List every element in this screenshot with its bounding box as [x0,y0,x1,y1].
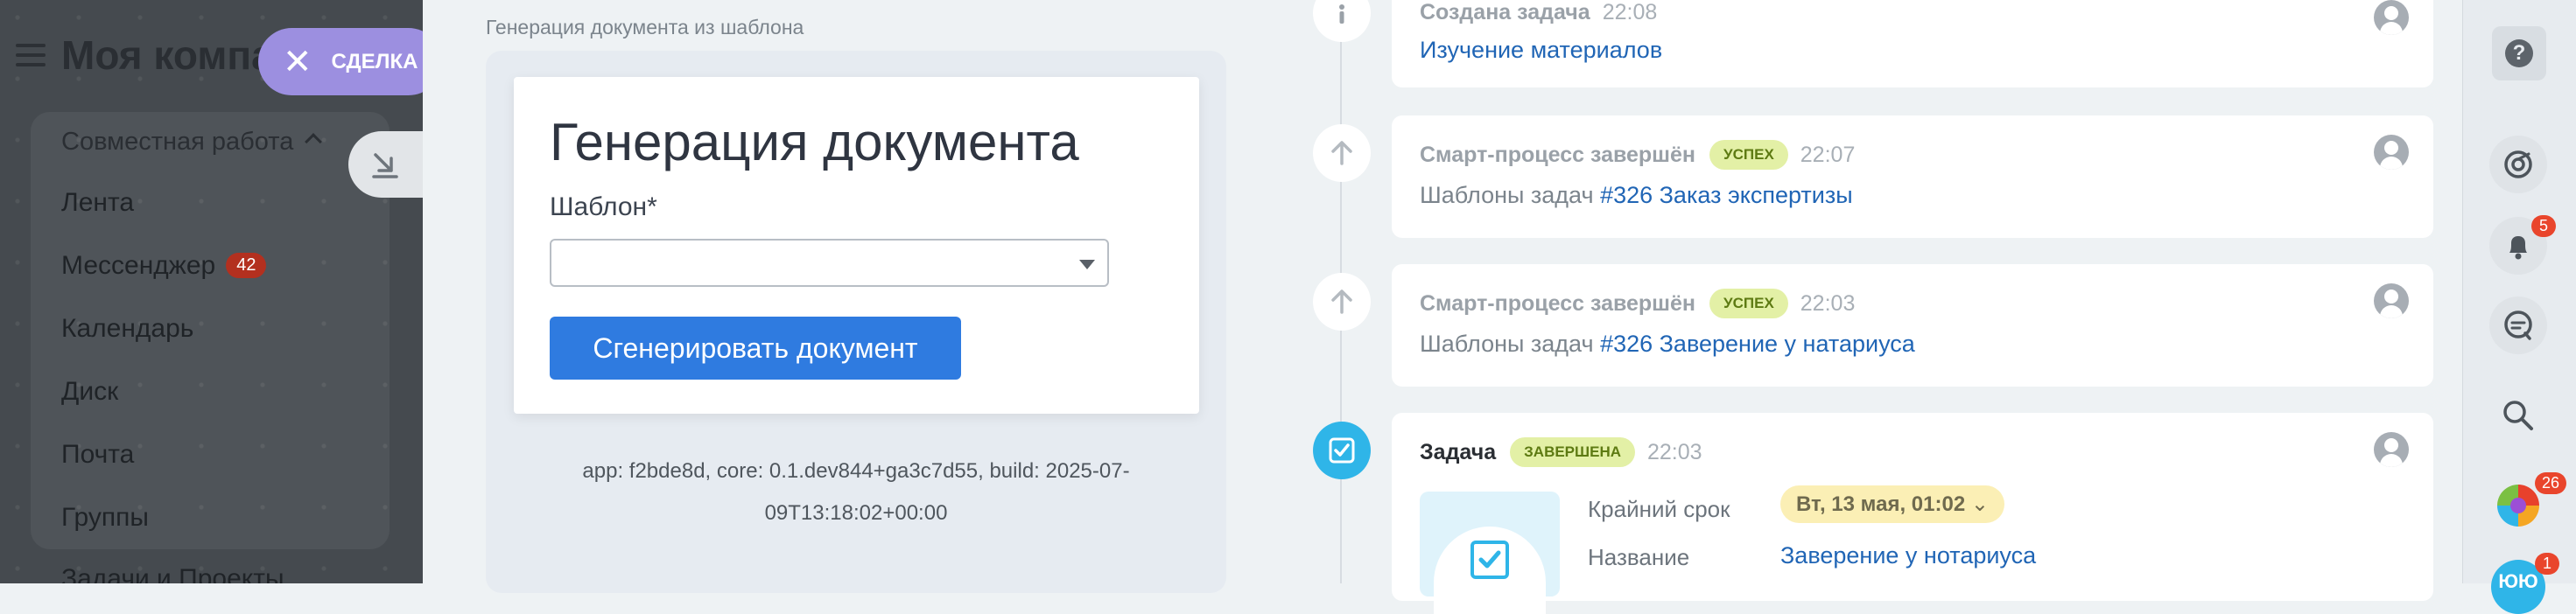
sidebar-item-feed[interactable]: Лента [61,188,134,218]
activity-icon [2504,150,2532,178]
sidebar-item-groups[interactable]: Группы [61,503,149,533]
sidebar-item-mail[interactable]: Почта [61,440,134,470]
right-rail: ? 5 26 ЮЮ 1 [2462,0,2576,614]
messenger-counter-badge: 42 [226,253,267,278]
timeline-item-time: 22:08 [1602,0,1658,24]
sidebar-item-label: Почта [61,440,135,469]
sidebar-group-collab[interactable]: Совместная работа [61,128,323,157]
task-checkbox-icon [1470,541,1509,579]
timeline-item-header: Смарт-процесс завершён УСПЕХ 22:07 [1420,140,1855,170]
search-icon [2503,401,2533,430]
process-link[interactable]: #326 Заверение у натариуса [1600,331,1915,357]
timeline-item-body: Шаблоны задач #326 Заверение у натариуса [1420,331,1915,358]
timeline-item-prefix: Шаблоны задач [1420,331,1594,357]
menu-icon[interactable] [16,44,46,66]
search-button[interactable] [2489,387,2547,444]
timeline-item-title: Смарт-процесс завершён [1420,143,1696,167]
deadline-field[interactable]: Вт, 13 мая, 01:02 ⌄ [1780,485,2004,523]
status-badge: УСПЕХ [1709,140,1788,170]
timeline-item-body: Шаблоны задач #326 Заказ экспертизы [1420,182,1853,209]
arrow-up-icon [1313,124,1371,182]
timeline-item-title: Задача [1420,440,1497,464]
template-select[interactable] [550,239,1109,287]
timeline-item-task-created: Создана задача 22:08 Изучение материалов [1392,0,2433,87]
user-avatar-icon[interactable] [2374,432,2409,467]
task-done-icon [1313,422,1371,479]
doc-generator-title: Генерация документа [550,113,1079,171]
close-deal-slider-button[interactable]: ✕ СДЕЛКА [258,28,442,95]
sidebar-item-label: Группы [61,503,149,532]
chevron-up-icon [305,133,323,150]
profile-badge: 1 [2535,553,2559,575]
process-link[interactable]: #326 Заказ экспертизы [1600,182,1853,208]
task-illustration [1420,492,1560,614]
minimize-icon [372,153,398,178]
chevron-down-icon: ⌄ [1970,492,1989,516]
chat-button[interactable] [2489,297,2547,354]
sidebar-item-messenger[interactable]: Мессенджер 42 [61,251,267,281]
notifications-badge: 5 [2531,215,2556,237]
deadline-label: Крайний срок [1588,496,1730,522]
slider-tab-label: СДЕЛКА [331,49,418,73]
profile-initials: ЮЮ [2498,570,2538,592]
sidebar-item-label: Диск [61,377,119,406]
template-label: Шаблон* [550,192,657,221]
status-badge: УСПЕХ [1709,289,1788,318]
collapse-slider-button[interactable] [348,131,427,198]
sidebar-item-tasks[interactable]: Задачи и Проекты [61,564,284,583]
timeline-item-title: Создана задача [1420,0,1590,24]
close-icon: ✕ [283,42,312,81]
build-info: app: f2bde8d, core: 0.1.dev844+ga3c7d55,… [582,459,1130,525]
timeline-item-task: Задача ЗАВЕРШЕНА 22:03 Крайний срок Вт, 13… [1392,413,2433,614]
task-link[interactable]: Изучение материалов [1420,37,1662,63]
bell-icon [2509,236,2527,260]
timeline-item-time: 22:03 [1800,291,1856,316]
timeline-item-smart-process-2: Смарт-процесс завершён УСПЕХ 22:03 Шаблоны… [1392,264,2433,387]
timeline-item-body: Изучение материалов [1420,37,1662,64]
sidebar-item-label: Задачи и Проекты [61,564,284,583]
generate-document-button[interactable]: Сгенерировать документ [550,317,961,380]
activity-button[interactable] [2489,136,2547,193]
user-avatar-icon[interactable] [2374,135,2409,170]
timeline-item-title: Смарт-процесс завершён [1420,291,1696,316]
task-name-link[interactable]: Заверение у нотариуса [1780,542,2036,569]
dropdown-arrow-icon [1079,260,1095,269]
sidebar-item-label: Календарь [61,314,194,343]
user-avatar-icon[interactable] [2374,283,2409,318]
timeline-item-header: Смарт-процесс завершён УСПЕХ 22:03 [1420,289,1855,318]
task-name-label: Название [1588,544,1690,570]
user-avatar-icon[interactable] [2374,0,2409,35]
deadline-value: Вт, 13 мая, 01:02 [1796,492,1966,516]
sidebar-item-label: Мессенджер [61,251,216,280]
timeline-item-header: Задача ЗАВЕРШЕНА 22:03 [1420,437,1702,467]
apps-badge: 26 [2535,472,2567,494]
help-button[interactable]: ? [2492,26,2546,80]
sidebar-item-label: Лента [61,188,135,217]
timeline-info-icon [1313,0,1371,42]
timeline-item-prefix: Шаблоны задач [1420,182,1594,208]
timeline-item-smart-process-1: Смарт-процесс завершён УСПЕХ 22:07 Шаблоны… [1392,115,2433,238]
timeline-item-time: 22:03 [1647,440,1702,464]
arrow-up-icon [1313,273,1371,331]
sidebar-item-calendar[interactable]: Календарь [61,314,193,344]
timeline-item-header: Создана задача 22:08 [1420,0,1657,25]
chat-icon [2504,310,2532,340]
sidebar-item-disk[interactable]: Диск [61,377,118,407]
doc-generator-heading: Генерация документа из шаблона [486,16,804,38]
sidebar-group-label: Совместная работа [61,128,294,156]
help-icon: ? [2505,39,2533,67]
timeline-item-time: 22:07 [1800,143,1856,167]
status-badge: ЗАВЕРШЕНА [1510,437,1635,467]
